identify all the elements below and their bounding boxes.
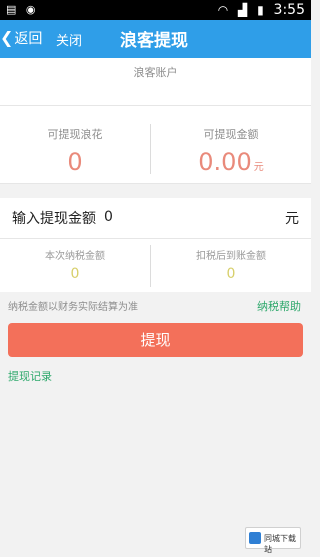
available-amount-number: 0.00 [198, 148, 252, 176]
amount-unit: 元 [285, 211, 299, 227]
tax-note: 纳税金额以财务实际结算为准 [8, 302, 138, 313]
signal-icon: ▟ [238, 3, 248, 17]
back-label: 返回 [14, 31, 43, 47]
available-amount-value: 0.00 元 [151, 148, 311, 176]
tax-amount-value: 0 [70, 266, 80, 282]
watermark-logo: 同城下载站 [245, 527, 301, 554]
wifi-icon: ◠ [217, 3, 229, 17]
amount-input[interactable] [104, 206, 254, 228]
tax-section: 本次纳税金额 0 扣税后到账金额 0 [0, 238, 311, 292]
status-time: 3:55 [273, 2, 305, 18]
amount-row: 输入提现金额 元 [0, 198, 311, 238]
available-points-value: 0 [67, 148, 83, 176]
tax-amount-label: 本次纳税金额 [45, 251, 105, 262]
tax-help-link[interactable]: 纳税帮助 [257, 298, 301, 314]
tax-amount: 本次纳税金额 0 [0, 239, 150, 293]
account-section: 浪客账户 [0, 58, 311, 106]
account-label: 浪客账户 [133, 66, 178, 79]
status-right: ◠ ▟ ▮ 3:55 [218, 2, 305, 18]
net-amount-value: 0 [226, 266, 236, 282]
battery-icon: ▮ [257, 3, 264, 17]
net-amount: 扣税后到账金额 0 [151, 239, 311, 293]
title-bar: ❮返回 关闭 浪客提现 [0, 20, 311, 58]
page-title: 浪客提现 [120, 31, 188, 51]
amount-label: 输入提现金额 [12, 211, 96, 227]
available-points: 可提现浪花 0 [0, 106, 150, 184]
available-points-label: 可提现浪花 [47, 128, 103, 141]
available-amount-label: 可提现金额 [203, 128, 259, 141]
available-amount-unit: 元 [253, 162, 264, 173]
withdraw-button[interactable]: 提现 [8, 323, 303, 357]
status-bar: ▤ ◉ ◠ ▟ ▮ 3:55 [0, 0, 311, 20]
notification-icon: ▤ [6, 3, 17, 16]
status-left-icons: ▤ ◉ [6, 3, 42, 16]
available-amount: 可提现金额 0.00 元 [151, 106, 311, 184]
circle-icon: ◉ [25, 3, 36, 16]
chevron-left-icon: ❮ [0, 28, 14, 47]
watermark-icon [249, 532, 261, 544]
back-button[interactable]: ❮返回 [0, 28, 42, 48]
net-amount-label: 扣税后到账金额 [196, 251, 266, 262]
balance-section: 可提现浪花 0 可提现金额 0.00 元 [0, 106, 311, 184]
withdraw-records-link[interactable]: 提现记录 [8, 368, 52, 384]
watermark-text: 同城下载站 [264, 534, 296, 554]
close-button[interactable]: 关闭 [56, 30, 82, 49]
